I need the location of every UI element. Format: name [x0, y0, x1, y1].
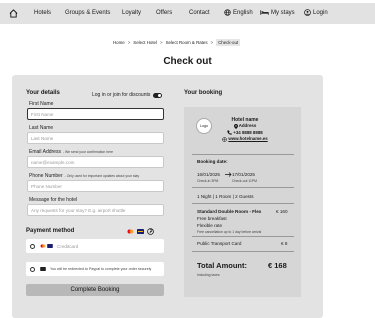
nav-contact[interactable]: Contact	[189, 10, 210, 16]
globe-icon	[222, 136, 228, 142]
payment-option-paypal[interactable]: You will be redirected to Paypal to comp…	[26, 262, 164, 276]
my-stays-label: My stays	[271, 9, 295, 16]
language-selector[interactable]: English	[224, 9, 253, 16]
details-title: Your details	[26, 90, 60, 96]
room-rate: Flexible rate	[197, 223, 223, 228]
creditcard-radio[interactable]	[30, 243, 35, 249]
complete-booking-button[interactable]: Complete Booking	[26, 284, 164, 296]
checkout-date: 17/01/2025	[232, 172, 255, 177]
booking-date-label: Booking date:	[197, 159, 228, 164]
email-label: Email Address - We send your confirmation…	[29, 149, 113, 155]
breadcrumb-separator: >	[159, 40, 163, 45]
divider	[192, 251, 294, 252]
mastercard-icon	[40, 244, 46, 248]
payment-title: Payment method	[26, 228, 75, 234]
total-label: Total Amount:	[197, 261, 247, 270]
hotel-logo: Logo	[196, 118, 212, 134]
hotel-website-link[interactable]: www.hotelname.es	[228, 136, 267, 142]
first-name-field[interactable]	[27, 108, 164, 120]
stay-summary: 1 Night | 1 Room | 2 Guests	[197, 194, 254, 199]
extra-label: Public Transport Card	[197, 241, 242, 246]
paypal-label: You will be redirected to Paypal to comp…	[50, 267, 152, 271]
email-hint: - We send your confirmation here	[62, 150, 114, 154]
paypal-icon	[147, 228, 154, 235]
phone-field[interactable]	[27, 180, 164, 192]
bed-icon	[260, 10, 269, 15]
email-field[interactable]	[27, 156, 164, 168]
visa-icon	[47, 244, 53, 248]
top-navbar: Hotels Groups & Events Loyalty Offers Co…	[0, 3, 375, 24]
last-name-field[interactable]	[27, 132, 164, 144]
checkin-time: Check-in 3PM	[197, 179, 219, 183]
paypal-radio[interactable]	[30, 266, 35, 272]
email-label-text: Email Address	[29, 149, 61, 155]
room-price: € 160	[276, 209, 288, 214]
phone-label-text: Phone Number	[29, 173, 63, 179]
message-field[interactable]	[27, 204, 164, 216]
hotel-info: Hotel name Address +34 8888 8888 www.hot…	[222, 117, 268, 142]
nav-loyalty[interactable]: Loyalty	[122, 10, 141, 16]
breadcrumb-separator: >	[127, 40, 131, 45]
login-label: Login	[313, 9, 328, 16]
divider	[192, 203, 294, 204]
creditcard-label: Creditcard	[57, 243, 79, 249]
globe-icon	[224, 9, 231, 16]
paypal-icon	[40, 267, 46, 271]
breadcrumb-select-room[interactable]: Select Room & Rates	[166, 40, 208, 45]
divider	[192, 187, 294, 188]
breadcrumb: Home > Select Hotel > Select Room & Rate…	[113, 39, 241, 46]
visa-icon	[137, 229, 144, 234]
phone-hint: - Only used for important updates about …	[64, 174, 140, 178]
room-cancellation: Free cancellation up to 1 day before arr…	[197, 230, 262, 234]
breadcrumb-current: Check-out	[216, 39, 241, 46]
payment-option-creditcard[interactable]: Creditcard	[26, 239, 164, 253]
breadcrumb-separator: >	[210, 40, 214, 45]
nav-offers[interactable]: Offers	[156, 10, 172, 16]
loyalty-label: Log in or join for discounts	[92, 92, 151, 98]
booking-title: Your booking	[184, 90, 223, 96]
hotel-website-row[interactable]: www.hotelname.es	[222, 136, 268, 142]
language-label: English	[233, 9, 253, 16]
checkin-date: 16/01/2025	[197, 172, 220, 177]
checkout-time: Check-out 11PM	[232, 179, 258, 183]
divider	[192, 236, 294, 237]
last-name-label: Last Name	[29, 125, 54, 131]
payment-logos	[127, 228, 154, 235]
location-pin-icon	[233, 123, 238, 129]
first-name-label: First Name	[29, 101, 54, 107]
arrow-right-icon	[225, 172, 232, 177]
room-name: Standard Double Room - Flex	[197, 209, 262, 214]
phone-icon	[227, 130, 233, 135]
home-icon[interactable]	[9, 9, 18, 18]
extra-price: € 8	[281, 241, 288, 246]
taxes-note: Including taxes	[197, 273, 220, 277]
page-title: Check out	[163, 56, 212, 67]
breadcrumb-select-hotel[interactable]: Select Hotel	[133, 40, 157, 45]
nav-groups-events[interactable]: Groups & Events	[65, 10, 110, 16]
my-stays-link[interactable]: My stays	[260, 9, 295, 16]
nav-hotels[interactable]: Hotels	[34, 10, 51, 16]
user-icon	[304, 9, 311, 16]
breadcrumb-home[interactable]: Home	[113, 40, 125, 45]
room-breakfast: Free breakfast	[197, 216, 227, 221]
mastercard-icon	[127, 229, 134, 234]
divider	[192, 154, 294, 155]
phone-label: Phone Number - Only used for important up…	[29, 173, 139, 179]
login-link[interactable]: Login	[304, 9, 328, 16]
toggle-switch[interactable]	[153, 92, 163, 98]
message-label: Message for the hotel	[29, 197, 78, 203]
total-value: € 168	[268, 261, 287, 270]
loyalty-toggle[interactable]: Log in or join for discounts	[92, 92, 163, 98]
